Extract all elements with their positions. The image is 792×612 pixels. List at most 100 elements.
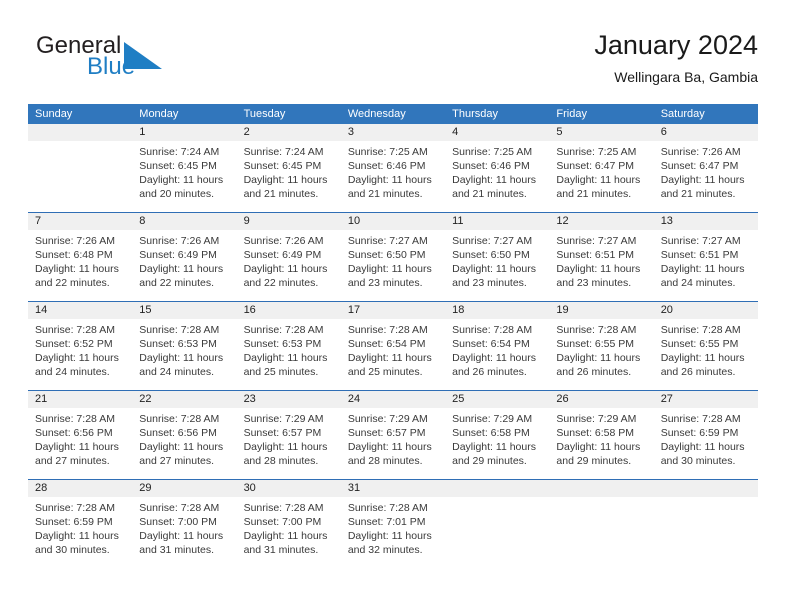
day-detail-line: Sunset: 7:01 PM <box>347 516 426 528</box>
day-details: Sunrise: 7:28 AM Sunset: 6:55 PM Daylight:… <box>549 319 653 390</box>
page-title: January 2024 <box>594 30 758 60</box>
day-detail-line: Sunrise: 7:28 AM <box>243 502 324 514</box>
calendar-day-empty <box>549 480 654 568</box>
day-number: 25 <box>445 391 550 408</box>
day-detail-line: Sunset: 6:59 PM <box>660 427 739 439</box>
day-detail-line: and 23 minutes. <box>556 277 632 289</box>
day-details <box>445 497 549 568</box>
calendar-day-cell[interactable]: 28 Sunrise: 7:28 AM Sunset: 6:59 PM Dayligh… <box>28 480 133 568</box>
day-detail-line: Sunset: 6:46 PM <box>452 160 530 172</box>
day-details: Sunrise: 7:25 AM Sunset: 6:46 PM Daylight:… <box>341 141 445 212</box>
day-details: Sunrise: 7:28 AM Sunset: 6:54 PM Daylight:… <box>341 319 445 390</box>
calendar-day-cell[interactable]: 24 Sunrise: 7:29 AM Sunset: 6:57 PM Dayligh… <box>340 391 446 479</box>
calendar-day-cell[interactable]: 5 Sunrise: 7:25 AM Sunset: 6:47 PM Daylight… <box>549 124 654 212</box>
calendar-day-cell[interactable]: 22 Sunrise: 7:28 AM Sunset: 6:56 PM Dayligh… <box>132 391 237 479</box>
calendar-day-cell[interactable]: 1 Sunrise: 7:24 AM Sunset: 6:45 PM Daylight… <box>132 124 237 212</box>
day-detail-line: and 22 minutes. <box>243 277 319 289</box>
day-detail-line: and 28 minutes. <box>347 455 423 467</box>
day-number: 20 <box>653 302 758 319</box>
day-number: 14 <box>28 302 133 319</box>
calendar-day-cell[interactable]: 10 Sunrise: 7:27 AM Sunset: 6:50 PM Dayligh… <box>340 213 446 301</box>
day-detail-line: Sunset: 6:56 PM <box>35 427 113 439</box>
calendar-day-cell[interactable]: 7 Sunrise: 7:26 AM Sunset: 6:48 PM Daylight… <box>28 213 133 301</box>
day-number: 8 <box>132 213 237 230</box>
calendar-day-cell[interactable]: 17 Sunrise: 7:28 AM Sunset: 6:54 PM Dayligh… <box>340 302 446 390</box>
day-detail-line: Sunrise: 7:29 AM <box>243 413 324 425</box>
day-detail-line: Sunrise: 7:28 AM <box>243 324 324 336</box>
calendar-day-cell[interactable]: 15 Sunrise: 7:28 AM Sunset: 6:53 PM Dayligh… <box>132 302 237 390</box>
day-detail-line: Daylight: 11 hours <box>556 174 641 186</box>
day-detail-line: Sunrise: 7:25 AM <box>556 146 637 158</box>
day-detail-line: Daylight: 11 hours <box>556 263 641 275</box>
calendar-day-cell[interactable]: 8 Sunrise: 7:26 AM Sunset: 6:49 PM Daylight… <box>132 213 237 301</box>
day-detail-line: Daylight: 11 hours <box>660 352 745 364</box>
calendar-day-cell[interactable]: 30 Sunrise: 7:28 AM Sunset: 7:00 PM Dayligh… <box>236 480 341 568</box>
calendar-week-row: 7 Sunrise: 7:26 AM Sunset: 6:48 PM Daylight… <box>28 212 758 301</box>
day-detail-line: Daylight: 11 hours <box>35 441 119 453</box>
calendar-day-cell[interactable]: 31 Sunrise: 7:28 AM Sunset: 7:01 PM Dayligh… <box>340 480 446 568</box>
calendar-day-cell[interactable]: 2 Sunrise: 7:24 AM Sunset: 6:45 PM Daylight… <box>236 124 341 212</box>
day-number <box>653 480 758 497</box>
day-number: 3 <box>340 124 446 141</box>
day-detail-line: Daylight: 11 hours <box>35 352 119 364</box>
day-detail-line: Sunrise: 7:26 AM <box>35 235 115 247</box>
calendar-day-cell[interactable]: 18 Sunrise: 7:28 AM Sunset: 6:54 PM Dayligh… <box>445 302 550 390</box>
day-number: 10 <box>340 213 446 230</box>
day-details: Sunrise: 7:26 AM Sunset: 6:48 PM Daylight:… <box>28 230 132 301</box>
day-details: Sunrise: 7:24 AM Sunset: 6:45 PM Daylight:… <box>132 141 236 212</box>
day-detail-line: Daylight: 11 hours <box>35 530 119 542</box>
day-details: Sunrise: 7:28 AM Sunset: 6:59 PM Daylight:… <box>654 408 758 479</box>
title-block: January 2024 Wellingara Ba, Gambia <box>594 28 758 86</box>
day-number: 4 <box>445 124 550 141</box>
weekday-header-tuesday: Tuesday <box>243 108 286 120</box>
calendar-day-cell[interactable]: 21 Sunrise: 7:28 AM Sunset: 6:56 PM Dayligh… <box>28 391 133 479</box>
calendar-day-cell[interactable]: 27 Sunrise: 7:28 AM Sunset: 6:59 PM Dayligh… <box>653 391 758 479</box>
day-details: Sunrise: 7:28 AM Sunset: 6:56 PM Daylight:… <box>132 408 236 479</box>
calendar-day-cell[interactable]: 6 Sunrise: 7:26 AM Sunset: 6:47 PM Daylight… <box>653 124 758 212</box>
day-details: Sunrise: 7:29 AM Sunset: 6:57 PM Daylight:… <box>237 408 341 479</box>
day-detail-line: Daylight: 11 hours <box>35 263 119 275</box>
day-details: Sunrise: 7:29 AM Sunset: 6:57 PM Daylight:… <box>341 408 445 479</box>
day-detail-line: Sunrise: 7:28 AM <box>347 324 428 336</box>
calendar-day-cell[interactable]: 9 Sunrise: 7:26 AM Sunset: 6:49 PM Daylight… <box>236 213 341 301</box>
calendar-day-cell[interactable]: 3 Sunrise: 7:25 AM Sunset: 6:46 PM Daylight… <box>340 124 446 212</box>
day-details: Sunrise: 7:27 AM Sunset: 6:51 PM Daylight:… <box>549 230 653 301</box>
calendar-day-cell[interactable]: 12 Sunrise: 7:27 AM Sunset: 6:51 PM Dayligh… <box>549 213 654 301</box>
calendar-day-cell[interactable]: 19 Sunrise: 7:28 AM Sunset: 6:55 PM Dayligh… <box>549 302 654 390</box>
day-detail-line: Daylight: 11 hours <box>347 352 432 364</box>
calendar-day-cell[interactable]: 4 Sunrise: 7:25 AM Sunset: 6:46 PM Daylight… <box>445 124 550 212</box>
calendar-day-cell[interactable]: 25 Sunrise: 7:29 AM Sunset: 6:58 PM Dayligh… <box>445 391 550 479</box>
day-number: 7 <box>28 213 133 230</box>
day-detail-line: Sunrise: 7:28 AM <box>660 324 741 336</box>
day-details: Sunrise: 7:28 AM Sunset: 6:56 PM Daylight:… <box>28 408 132 479</box>
day-details: Sunrise: 7:28 AM Sunset: 7:01 PM Daylight:… <box>341 497 445 568</box>
day-detail-line: and 30 minutes. <box>660 455 736 467</box>
day-detail-line: and 27 minutes. <box>35 455 110 467</box>
calendar-day-cell[interactable]: 20 Sunrise: 7:28 AM Sunset: 6:55 PM Dayligh… <box>653 302 758 390</box>
calendar-week-row: 21 Sunrise: 7:28 AM Sunset: 6:56 PM Dayligh… <box>28 390 758 479</box>
calendar-day-cell[interactable]: 13 Sunrise: 7:27 AM Sunset: 6:51 PM Dayligh… <box>653 213 758 301</box>
calendar-day-cell[interactable]: 11 Sunrise: 7:27 AM Sunset: 6:50 PM Dayligh… <box>445 213 550 301</box>
calendar-day-cell[interactable]: 23 Sunrise: 7:29 AM Sunset: 6:57 PM Dayligh… <box>236 391 341 479</box>
day-detail-line: and 27 minutes. <box>139 455 214 467</box>
day-detail-line: Sunset: 6:48 PM <box>35 249 113 261</box>
day-number: 9 <box>236 213 341 230</box>
day-detail-line: and 31 minutes. <box>139 544 214 556</box>
day-detail-line: Daylight: 11 hours <box>139 174 224 186</box>
calendar-day-cell[interactable]: 29 Sunrise: 7:28 AM Sunset: 7:00 PM Dayligh… <box>132 480 237 568</box>
day-number: 16 <box>236 302 341 319</box>
calendar-day-cell[interactable]: 14 Sunrise: 7:28 AM Sunset: 6:52 PM Dayligh… <box>28 302 133 390</box>
brand-logo[interactable]: General Blue <box>28 32 248 92</box>
calendar-day-cell[interactable]: 26 Sunrise: 7:29 AM Sunset: 6:58 PM Dayligh… <box>549 391 654 479</box>
day-number: 23 <box>236 391 341 408</box>
day-detail-line: Sunset: 6:45 PM <box>243 160 322 172</box>
day-number: 15 <box>132 302 237 319</box>
day-details <box>28 141 132 212</box>
day-detail-line: Daylight: 11 hours <box>452 352 536 364</box>
day-details: Sunrise: 7:27 AM Sunset: 6:51 PM Daylight:… <box>654 230 758 301</box>
day-number: 13 <box>653 213 758 230</box>
day-number: 22 <box>132 391 237 408</box>
calendar-day-cell[interactable]: 16 Sunrise: 7:28 AM Sunset: 6:53 PM Dayligh… <box>236 302 341 390</box>
day-detail-line: Daylight: 11 hours <box>139 352 224 364</box>
day-details: Sunrise: 7:27 AM Sunset: 6:50 PM Daylight:… <box>341 230 445 301</box>
